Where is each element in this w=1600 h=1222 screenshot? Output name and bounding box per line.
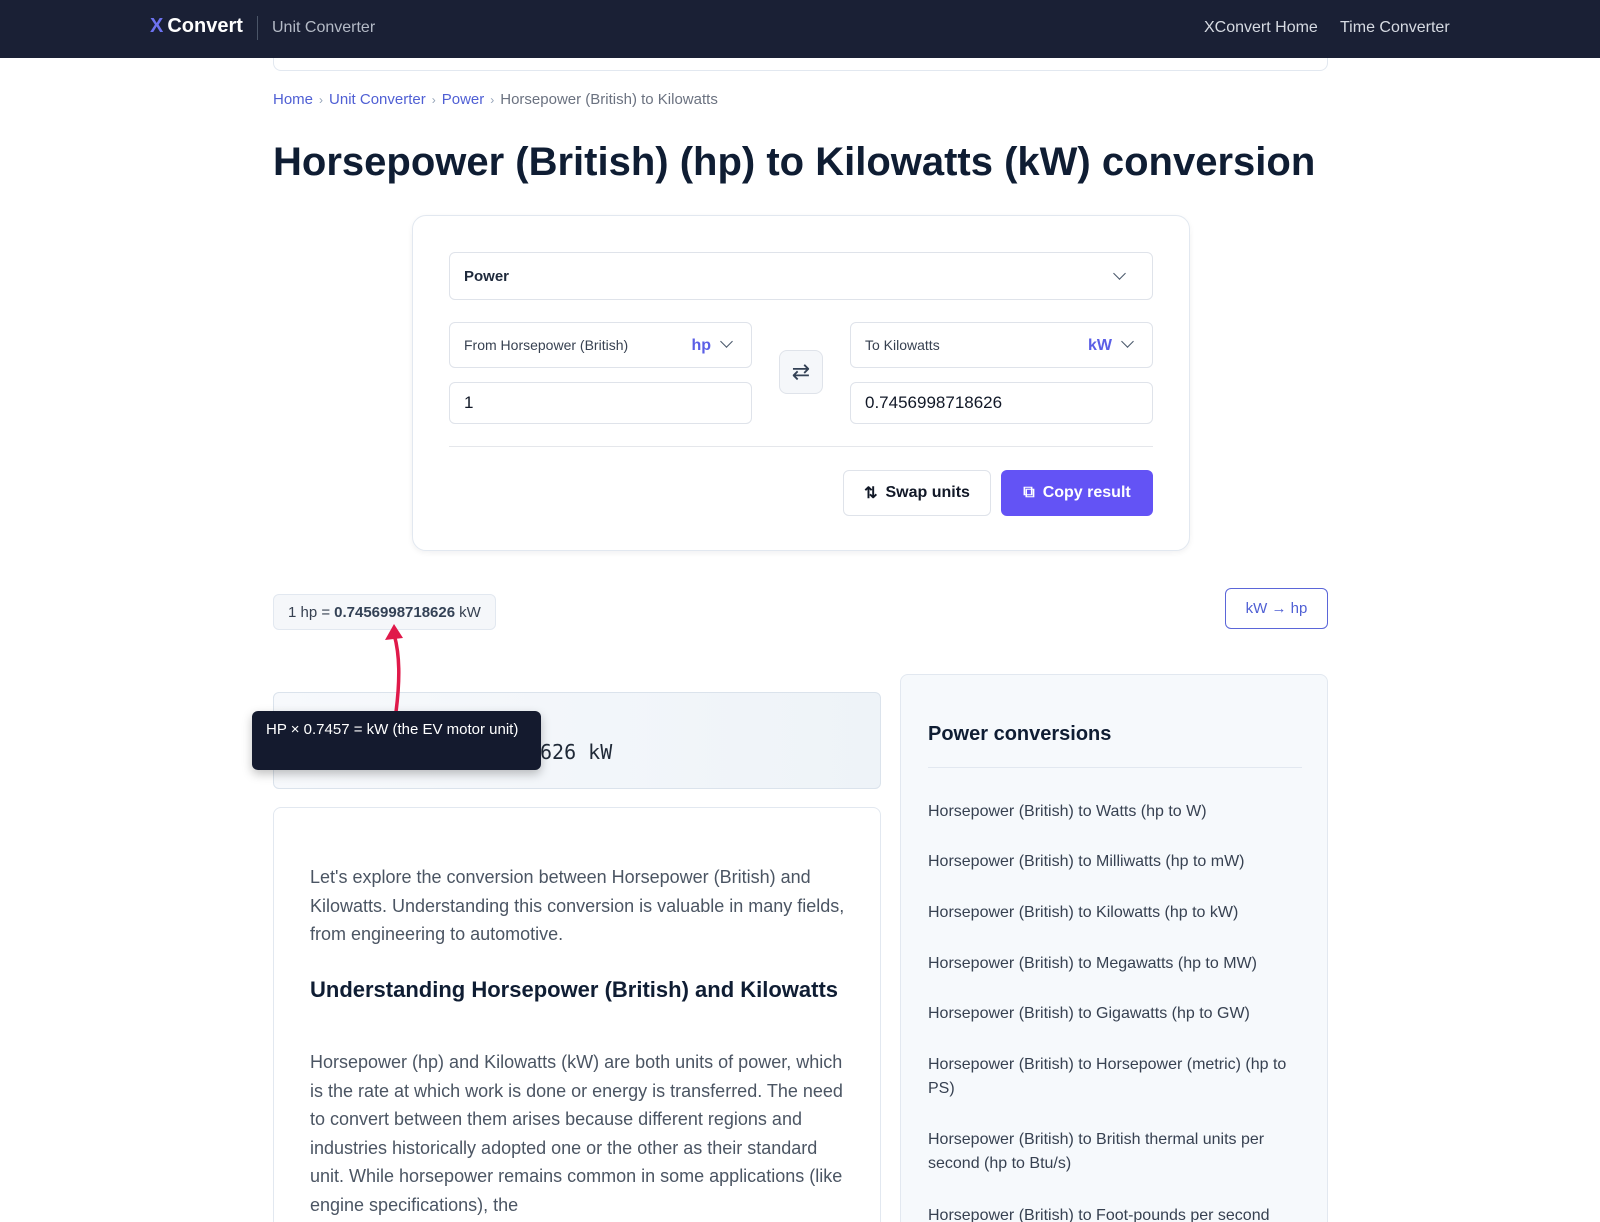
converter-card: Power From Horsepower (British) hp ⇄ To … xyxy=(412,215,1190,551)
swap-vertical-icon: ⇅ xyxy=(864,485,878,502)
page-title: Horsepower (British) (hp) to Kilowatts (… xyxy=(273,140,1316,184)
annotation-tooltip: HP × 0.7457 = kW (the EV motor unit) xyxy=(252,711,541,770)
to-unit-label: To Kilowatts xyxy=(865,337,940,353)
sidebar-link-hp-to-ps[interactable]: Horsepower (British) to Horsepower (metr… xyxy=(928,1053,1298,1101)
swap-units-label: Swap units xyxy=(885,484,970,501)
logo-text: Convert xyxy=(167,15,243,37)
chevron-down-icon xyxy=(1113,267,1126,280)
equation-prefix: 1 hp = xyxy=(288,603,331,621)
swap-mini-button[interactable]: ⇄ xyxy=(779,350,823,394)
sidebar-title: Power conversions xyxy=(928,723,1112,745)
site-subtitle: Unit Converter xyxy=(272,19,376,36)
category-select[interactable]: Power xyxy=(449,252,1153,300)
sidebar-link-hp-to-btu[interactable]: Horsepower (British) to British thermal … xyxy=(928,1128,1298,1176)
equation-suffix: kW xyxy=(459,603,481,621)
sidebar-link-hp-to-megawatts[interactable]: Horsepower (British) to Megawatts (hp to… xyxy=(928,952,1298,976)
breadcrumb-power[interactable]: Power xyxy=(442,91,485,108)
sidebar-link-hp-to-kw[interactable]: Horsepower (British) to Kilowatts (hp to… xyxy=(928,901,1298,925)
sidebar-link-hp-to-w[interactable]: Horsepower (British) to Watts (hp to W) xyxy=(928,800,1298,824)
annotation-arrow-icon xyxy=(385,624,403,714)
chevron-down-icon xyxy=(1121,335,1134,348)
from-unit-abbr: hp xyxy=(691,337,711,354)
power-conversions-sidebar: Power conversions Horsepower (British) t… xyxy=(900,674,1328,1222)
sidebar-link-hp-to-gw[interactable]: Horsepower (British) to Gigawatts (hp to… xyxy=(928,1002,1298,1026)
copy-icon: ⧉ xyxy=(1023,484,1035,501)
to-unit-abbr: kW xyxy=(1088,337,1112,354)
swap-units-button[interactable]: ⇅ Swap units xyxy=(843,470,991,516)
logo[interactable]: X Convert xyxy=(150,15,243,38)
chevron-down-icon xyxy=(720,335,733,348)
breadcrumb-current: Horsepower (British) to Kilowatts xyxy=(500,91,718,108)
article-heading: Understanding Horsepower (British) and K… xyxy=(310,977,839,1002)
article-content: Let's explore the conversion between Hor… xyxy=(273,807,881,1222)
reverse-conversion-button[interactable]: kW → hp xyxy=(1225,588,1328,629)
card-divider xyxy=(449,446,1153,447)
breadcrumb: Home › Unit Converter › Power › Horsepow… xyxy=(273,91,718,108)
chevron-right-icon: › xyxy=(490,92,495,107)
formula-text: 626 kW xyxy=(540,740,613,764)
to-unit-select[interactable]: To Kilowatts kW xyxy=(850,322,1153,368)
nav-time-converter[interactable]: Time Converter xyxy=(1340,19,1450,37)
article-paragraph: Horsepower (hp) and Kilowatts (kW) are b… xyxy=(310,1052,843,1215)
category-value: Power xyxy=(464,268,510,285)
sidebar-divider xyxy=(928,767,1302,768)
nav-xconvert-home[interactable]: XConvert Home xyxy=(1204,19,1318,37)
breadcrumb-unit-converter[interactable]: Unit Converter xyxy=(329,91,426,108)
chevron-right-icon: › xyxy=(431,92,436,107)
search-strip xyxy=(273,58,1328,71)
from-unit-label: From Horsepower (British) xyxy=(464,337,629,353)
top-navbar: X Convert Unit Converter XConvert Home T… xyxy=(0,0,1600,58)
swap-horizontal-icon: ⇄ xyxy=(791,359,811,384)
from-unit-select[interactable]: From Horsepower (British) hp xyxy=(449,322,752,368)
copy-result-label: Copy result xyxy=(1042,484,1131,501)
equation-value: 0.7456998718626 xyxy=(334,603,456,621)
breadcrumb-home[interactable]: Home xyxy=(273,91,313,108)
to-value-input[interactable] xyxy=(850,382,1153,424)
article-intro: Let's explore the conversion between Hor… xyxy=(310,867,845,944)
logo-divider xyxy=(257,16,258,40)
copy-result-button[interactable]: ⧉ Copy result xyxy=(1001,470,1153,516)
logo-x: X xyxy=(150,15,164,37)
sidebar-link-hp-to-ftlbs[interactable]: Horsepower (British) to Foot-pounds per … xyxy=(928,1204,1298,1222)
from-value-input[interactable] xyxy=(449,382,752,424)
sidebar-link-hp-to-mw-milli[interactable]: Horsepower (British) to Milliwatts (hp t… xyxy=(928,850,1298,874)
chevron-right-icon: › xyxy=(319,92,324,107)
